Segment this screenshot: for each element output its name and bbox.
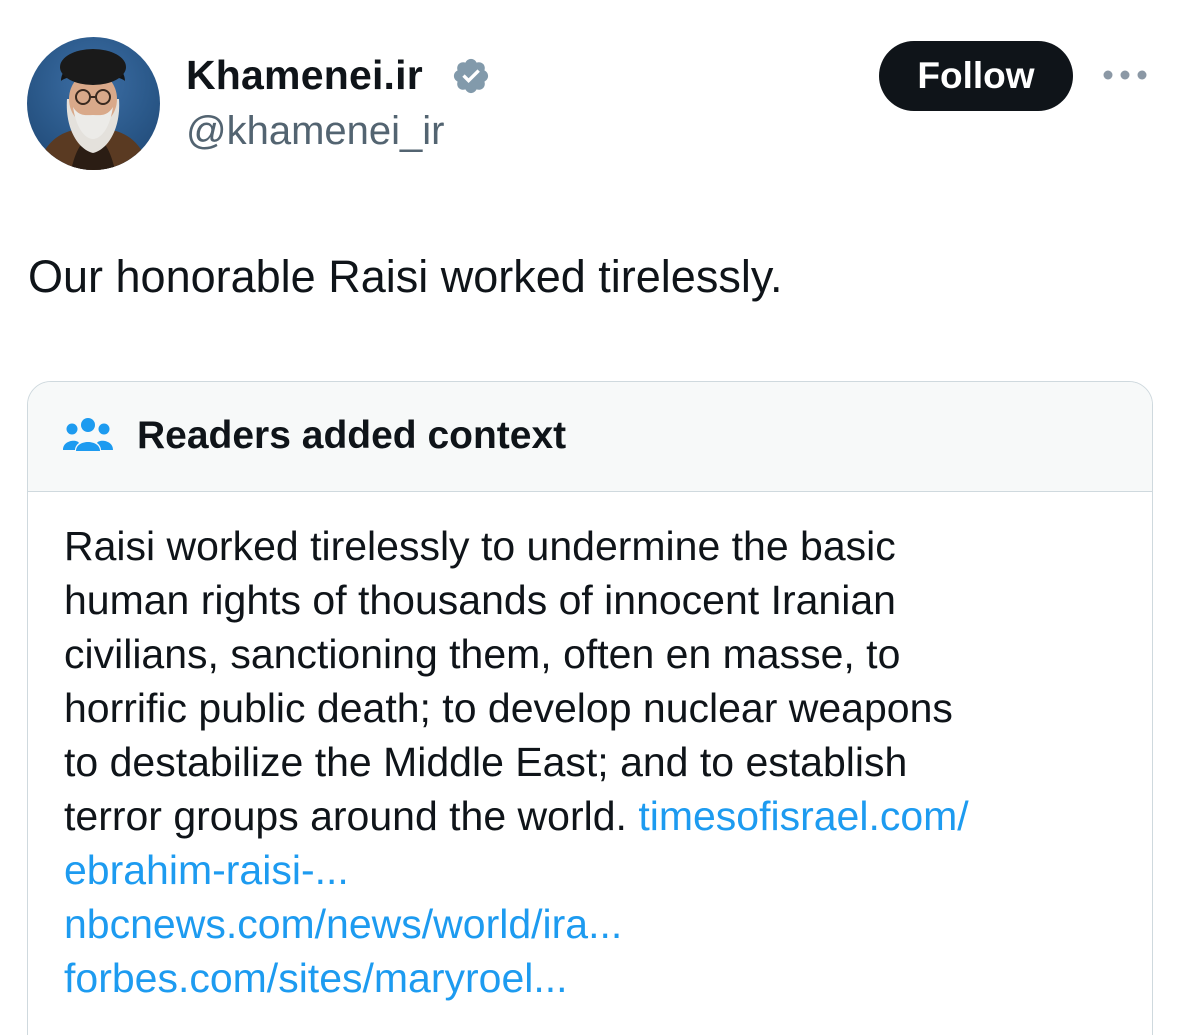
note-line: Raisi worked tirelessly to undermine the… xyxy=(64,523,896,569)
note-link-line: nbcnews.com/news/world/ira... xyxy=(64,897,1124,951)
tweet-text: Our honorable Raisi worked tirelessly. xyxy=(28,251,783,302)
note-line: horrific public death; to develop nuclea… xyxy=(64,685,953,731)
follow-button[interactable]: Follow xyxy=(879,41,1073,111)
more-options-button[interactable] xyxy=(1100,60,1150,90)
community-note-header: Readers added context xyxy=(28,382,1152,492)
note-line: civilians, sanctioning them, often en ma… xyxy=(64,631,901,677)
note-link-line: forbes.com/sites/maryroel... xyxy=(64,951,1124,1005)
community-note-card[interactable]: Readers added context Raisi worked tirel… xyxy=(27,381,1153,1035)
people-icon xyxy=(63,418,113,451)
note-link-forbes[interactable]: forbes.com/sites/maryroel... xyxy=(64,955,568,1001)
note-line: terror groups around the world. xyxy=(64,793,627,839)
note-link-nbcnews[interactable]: nbcnews.com/news/world/ira... xyxy=(64,901,622,947)
verified-badge-icon xyxy=(453,58,489,94)
note-line: to destabilize the Middle East; and to e… xyxy=(64,739,908,785)
avatar[interactable] xyxy=(27,37,160,170)
note-line: human rights of thousands of innocent Ir… xyxy=(64,577,896,623)
note-link-timesofisrael[interactable]: timesofisrael.com/ xyxy=(638,793,968,839)
note-link-timesofisrael-continued[interactable]: ebrahim-raisi-... xyxy=(64,847,349,893)
community-note-title: Readers added context xyxy=(137,414,567,457)
author-handle[interactable]: @khamenei_ir xyxy=(186,109,445,154)
note-line-with-link: terror groups around the world. timesofi… xyxy=(64,789,1124,843)
community-note-body: Raisi worked tirelessly to undermine the… xyxy=(64,519,1124,1005)
author-display-name[interactable]: Khamenei.ir xyxy=(186,52,423,99)
tweet-view: Khamenei.ir @khamenei_ir Follow Our hono… xyxy=(0,0,1179,1035)
more-horizontal-icon xyxy=(1103,70,1147,80)
note-link-line: ebrahim-raisi-... xyxy=(64,843,1124,897)
